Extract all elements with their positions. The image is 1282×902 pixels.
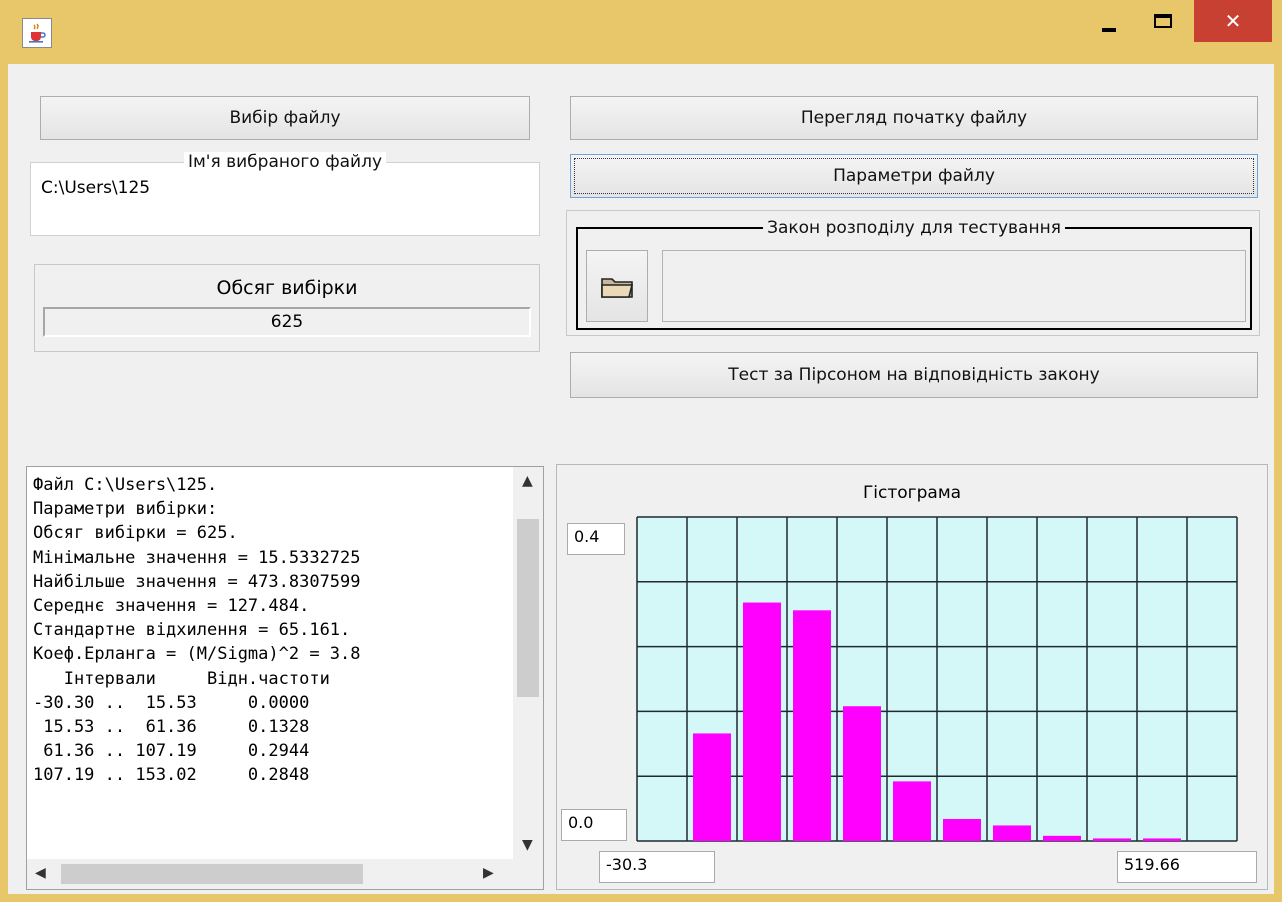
histogram-bar [1043, 835, 1081, 841]
results-line: Найбільше значення = 473.8307599 [33, 571, 361, 592]
maximize-icon [1154, 14, 1172, 28]
distribution-field[interactable] [662, 250, 1246, 322]
results-textarea[interactable]: Файл C:\Users\125. Параметри вибірки: Обся… [26, 466, 544, 890]
view-file-start-label: Перегляд початку файлу [800, 108, 1028, 128]
file-parameters-button[interactable]: Параметри файлу [570, 154, 1258, 198]
scroll-left-icon[interactable]: ◀ [35, 865, 46, 881]
file-parameters-label: Параметри файлу [833, 166, 995, 186]
results-line: Середнє значення = 127.484. [33, 596, 310, 617]
results-line: 107.19 .. 153.02 0.2848 [33, 765, 310, 786]
sample-size-value: 625 [43, 307, 531, 337]
sample-size-panel: Обсяг вибірки 625 [34, 264, 540, 352]
results-line: Файл C:\Users\125. [33, 475, 218, 495]
histogram-bar [793, 610, 831, 841]
y-min-label: 0.0 [561, 809, 627, 841]
histogram-bar [843, 706, 881, 841]
selected-file-group: Ім'я вибраного файлу C:\Users\125 [30, 152, 540, 236]
choose-file-label: Вибір файлу [229, 108, 341, 128]
open-distribution-button[interactable] [586, 250, 648, 322]
results-line: 61.36 .. 107.19 0.2944 [33, 741, 310, 762]
histogram-chart [636, 516, 1238, 842]
histogram-panel: Гістограма 0.4 0.0 -30.3 519.66 [556, 464, 1268, 890]
horizontal-scroll-thumb[interactable] [61, 864, 363, 884]
results-line: Стандартне відхилення = 65.161. [33, 620, 351, 641]
vertical-scroll-thumb[interactable] [517, 519, 539, 697]
histogram-bar [693, 733, 731, 841]
y-max-label: 0.4 [567, 523, 625, 555]
selected-file-legend: Ім'я вибраного файлу [183, 152, 387, 172]
scroll-right-icon[interactable]: ▶ [483, 865, 494, 881]
histogram-title: Гістограма [862, 483, 962, 503]
histogram-bar [1143, 838, 1181, 841]
x-min-label: -30.3 [599, 851, 715, 883]
scroll-up-icon[interactable]: ▲ [522, 473, 533, 489]
close-icon: ✕ [1224, 9, 1242, 33]
results-text: Файл C:\Users\125. Параметри вибірки: Обся… [33, 473, 361, 788]
minimize-button[interactable] [1082, 0, 1136, 42]
distribution-legend: Закон розподілу для тестування [767, 218, 1061, 238]
results-line: Інтервали Відн.частоти [33, 668, 330, 689]
view-file-start-button[interactable]: Перегляд початку файлу [570, 96, 1258, 140]
folder-icon [601, 278, 634, 298]
results-line: Коеф.Ерланга = (M/Sigma)^2 = 3.8 [33, 644, 361, 665]
title-bar: ✕ [0, 0, 1282, 64]
choose-file-button[interactable]: Вибір файлу [40, 96, 530, 140]
histogram-bar [743, 602, 781, 841]
minimize-icon [1102, 28, 1116, 32]
java-coffee-icon[interactable] [22, 18, 52, 48]
maximize-button[interactable] [1136, 0, 1190, 42]
vertical-scrollbar[interactable]: ▲ ▼ [513, 467, 543, 861]
sample-size-title: Обсяг вибірки [216, 277, 358, 299]
results-line: -30.30 .. 15.53 0.0000 [33, 692, 310, 713]
pearson-test-label: Тест за Пірсоном на відповідність закону [728, 365, 1100, 385]
x-max-label: 519.66 [1117, 851, 1257, 883]
results-line: Мінімальне значення = 15.5332725 [33, 547, 361, 568]
results-line: Параметри вибірки: [33, 499, 218, 520]
close-button[interactable]: ✕ [1194, 0, 1272, 42]
histogram-bar [1093, 838, 1131, 841]
pearson-test-button[interactable]: Тест за Пірсоном на відповідність закону [570, 352, 1258, 398]
histogram-bar [893, 781, 931, 841]
histogram-bar [993, 825, 1031, 841]
horizontal-scrollbar[interactable]: ◀ ▶ [27, 859, 543, 889]
results-line: Обсяг вибірки = 625. [33, 523, 238, 544]
selected-file-path: C:\Users\125 [41, 178, 151, 198]
histogram-bar [943, 818, 981, 841]
scroll-down-icon[interactable]: ▼ [522, 837, 533, 853]
results-line: 15.53 .. 61.36 0.1328 [33, 717, 310, 738]
